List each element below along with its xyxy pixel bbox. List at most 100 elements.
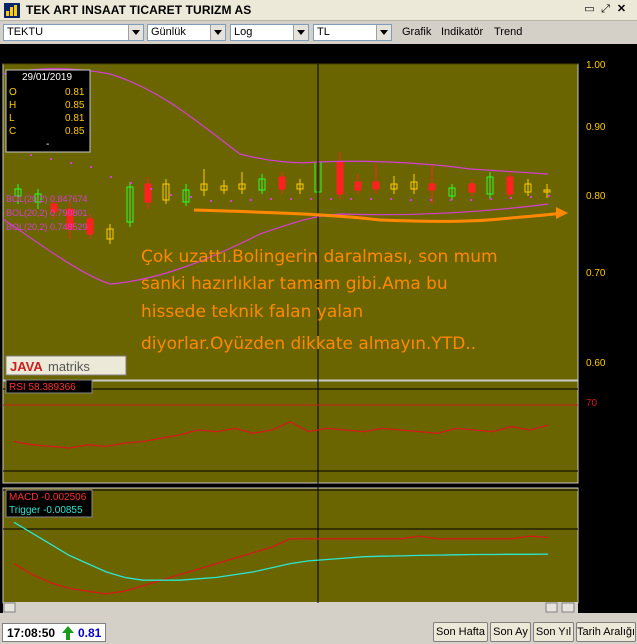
bollinger-mid-dot — [490, 198, 492, 200]
watermark-java: JAVA — [10, 359, 43, 374]
rsi-tick-70: 70 — [586, 398, 598, 409]
scale-select[interactable]: Log — [230, 24, 309, 41]
bollinger-legend-mid: BOL(20,2) 0.790801 — [6, 208, 88, 218]
annotation-line-1: Çok uzattı.Bolingerin daralması, son mum — [141, 247, 498, 267]
macd-tick-0: 0 — [586, 521, 592, 532]
last-year-button[interactable]: Son Yıl — [533, 622, 574, 642]
candle-body — [428, 183, 436, 191]
candle-body — [86, 218, 94, 235]
candle-body — [278, 176, 286, 190]
minimize-icon[interactable]: ▭ — [583, 3, 596, 16]
bollinger-mid-dot — [530, 196, 532, 198]
bollinger-mid-dot — [190, 196, 192, 198]
bollinger-mid-dot — [310, 198, 312, 200]
bollinger-mid-dot — [150, 188, 152, 190]
bollinger-legend-upper: BOL(20,2) 0.847674 — [6, 194, 88, 204]
annotation-line-4: diyorlar.Oyüzden dikkate almayın.YTD.. — [141, 334, 476, 354]
bollinger-legend-lower: BOL(20,2) 0.748529 — [6, 222, 88, 232]
info-date: 29/01/2019 — [22, 72, 72, 83]
bollinger-mid-dot — [70, 162, 72, 164]
rsi-label: RSI 58.389366 — [9, 382, 76, 393]
toolbar: TEKTU Günlük Log TL Grafik Indikatör Tre… — [0, 21, 637, 43]
chevron-down-icon[interactable] — [376, 25, 391, 40]
bollinger-mid-dot — [330, 198, 332, 200]
rsi-tick-30: 30 — [586, 463, 598, 474]
bollinger-mid-dot — [548, 195, 550, 197]
macd-tick-max: 0.011088 — [586, 492, 627, 503]
bollinger-mid-dot — [250, 199, 252, 201]
bollinger-mid-dot — [130, 182, 132, 184]
title-bar: TEK ART INSAAT TICARET TURIZM AS ▭ ⤢ ✕ — [0, 0, 637, 21]
bollinger-mid-dot — [30, 154, 32, 156]
info-val-l: 0.81 — [65, 113, 85, 124]
price-tick-1: 1.00 — [586, 60, 606, 71]
time-scrollbar[interactable] — [3, 602, 578, 613]
candle-body — [468, 183, 476, 193]
candle-body — [144, 183, 152, 203]
status-price: 0.81 — [78, 626, 102, 640]
scroll-end-button[interactable] — [561, 602, 575, 613]
trigger-label: Trigger -0.00855 — [9, 505, 83, 516]
bollinger-mid-dot — [370, 198, 372, 200]
price-tick-3: 0.80 — [586, 191, 606, 202]
scroll-right-button[interactable] — [545, 602, 558, 613]
bollinger-mid-dot — [470, 199, 472, 201]
menu-grafik[interactable]: Grafik — [402, 26, 431, 38]
last-month-button[interactable]: Son Ay — [490, 622, 531, 642]
currency-select[interactable]: TL — [313, 24, 392, 41]
scroll-left-button[interactable] — [3, 602, 16, 613]
candle-body — [354, 181, 362, 191]
status-time: 17:08:50 — [7, 626, 56, 640]
info-key-c: C — [9, 126, 16, 137]
bollinger-mid-dot — [210, 200, 212, 202]
last-price-box: 17:08:50 0.81 — [2, 623, 106, 642]
symbol-select[interactable]: TEKTU — [3, 24, 144, 41]
chevron-down-icon[interactable] — [128, 25, 143, 40]
chevron-down-icon[interactable] — [293, 25, 308, 40]
info-val-o: 0.81 — [65, 87, 85, 98]
date-range-button[interactable]: Tarih Aralığı — [576, 622, 636, 642]
bollinger-mid-dot — [410, 199, 412, 201]
bollinger-mid-dot — [510, 197, 512, 199]
bollinger-mid-dot — [270, 198, 272, 200]
currency-value: TL — [317, 26, 330, 38]
period-select[interactable]: Günlük — [147, 24, 226, 41]
bollinger-mid-dot — [450, 199, 452, 201]
app-window: TEK ART INSAAT TICARET TURIZM AS ▭ ⤢ ✕ T… — [0, 0, 637, 644]
window-title: TEK ART INSAAT TICARET TURIZM AS — [26, 3, 252, 17]
restore-icon[interactable]: ⤢ — [599, 3, 612, 16]
info-key-l: L — [9, 113, 15, 124]
macd-tick-min: -0.023749 — [586, 588, 631, 599]
chevron-down-icon[interactable] — [210, 25, 225, 40]
bollinger-mid-dot — [430, 199, 432, 201]
candle-body — [372, 181, 380, 190]
scale-value: Log — [234, 26, 253, 38]
macd-label: MACD -0.002506 — [9, 492, 87, 503]
close-icon[interactable]: ✕ — [615, 3, 628, 16]
annotation-line-2: sanki hazırlıklar tamam gibi.Ama bu — [141, 274, 448, 294]
price-tick-4: 0.70 — [586, 268, 606, 279]
bollinger-mid-dot — [350, 198, 352, 200]
price-tick-5: 0.60 — [586, 358, 606, 369]
macd-tick-20: 20 — [586, 479, 598, 490]
bollinger-mid-dot — [90, 166, 92, 168]
candle-body — [336, 161, 344, 195]
symbol-value: TEKTU — [7, 26, 44, 38]
menu-indikator[interactable]: Indikatör — [441, 26, 483, 38]
bollinger-mid-dot — [110, 176, 112, 178]
bollinger-mid-dot — [50, 158, 52, 160]
chart-app-icon — [4, 3, 20, 18]
chart-canvas[interactable]: 29/01/2019 O 0.81 H 0.85 L 0.81 C 0.85 -… — [0, 44, 637, 613]
candle-body — [506, 176, 514, 195]
last-week-button[interactable]: Son Hafta — [433, 622, 488, 642]
chart-area[interactable]: 29/01/2019 O 0.81 H 0.85 L 0.81 C 0.85 -… — [0, 44, 637, 613]
watermark-matriks: matriks — [48, 359, 90, 374]
menu-trend[interactable]: Trend — [494, 26, 522, 38]
period-value: Günlük — [151, 26, 186, 38]
info-val-c: 0.85 — [65, 126, 85, 137]
rsi-tick-80: 80 — [586, 384, 598, 395]
status-bar: 17:08:50 0.81 Son Hafta Son Ay Son Yıl T… — [0, 620, 637, 644]
bollinger-mid-dot — [230, 200, 232, 202]
info-val-h: 0.85 — [65, 100, 85, 111]
info-key-o: O — [9, 87, 17, 98]
